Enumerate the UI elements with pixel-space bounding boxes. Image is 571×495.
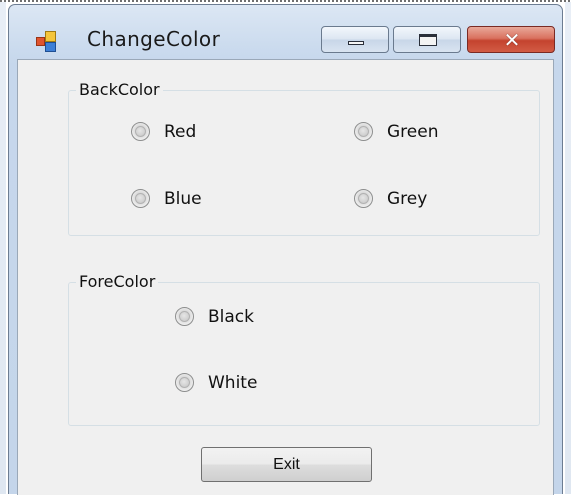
radio-grey[interactable]: Grey (354, 187, 494, 211)
radio-grey-label[interactable]: Grey (387, 187, 427, 211)
desktop-background: ChangeColor ✕ BackColor Red Green Blue G… (0, 0, 571, 495)
radio-black-label[interactable]: Black (208, 305, 254, 329)
radio-white[interactable]: White (175, 371, 315, 395)
radio-blue[interactable]: Blue (131, 187, 251, 211)
left-background-strip (0, 2, 6, 494)
radio-white-label[interactable]: White (208, 371, 257, 395)
radio-green[interactable]: Green (354, 120, 494, 144)
right-background-strip (565, 2, 571, 494)
window-title: ChangeColor (87, 27, 221, 51)
title-bar[interactable]: ChangeColor ✕ (9, 5, 562, 55)
radio-circle-icon[interactable] (175, 373, 194, 392)
close-icon: ✕ (503, 28, 521, 52)
radio-green-label[interactable]: Green (387, 120, 438, 144)
radio-circle-icon[interactable] (175, 307, 194, 326)
radio-circle-icon[interactable] (131, 122, 150, 141)
backcolor-groupbox: BackColor Red Green Blue Grey (68, 80, 540, 236)
change-color-window: ChangeColor ✕ BackColor Red Green Blue G… (8, 4, 563, 495)
minimize-button[interactable] (321, 26, 389, 53)
form-client-area: BackColor Red Green Blue Grey ForeColor … (17, 59, 554, 495)
radio-red-label[interactable]: Red (164, 120, 196, 144)
exit-button[interactable]: Exit (201, 447, 372, 482)
forecolor-groupbox: ForeColor Black White (68, 272, 540, 426)
backcolor-group-label: BackColor (76, 80, 163, 100)
radio-blue-label[interactable]: Blue (164, 187, 202, 211)
radio-red[interactable]: Red (131, 120, 251, 144)
windows-form-icon[interactable] (36, 31, 58, 53)
radio-circle-icon[interactable] (354, 122, 373, 141)
radio-circle-icon[interactable] (131, 189, 150, 208)
forecolor-group-label: ForeColor (76, 272, 159, 292)
radio-black[interactable]: Black (175, 305, 315, 329)
maximize-icon (419, 34, 437, 46)
dotted-border (0, 0, 571, 2)
minimize-icon (348, 41, 364, 45)
maximize-button[interactable] (393, 26, 461, 53)
close-button[interactable]: ✕ (467, 26, 555, 53)
radio-circle-icon[interactable] (354, 189, 373, 208)
